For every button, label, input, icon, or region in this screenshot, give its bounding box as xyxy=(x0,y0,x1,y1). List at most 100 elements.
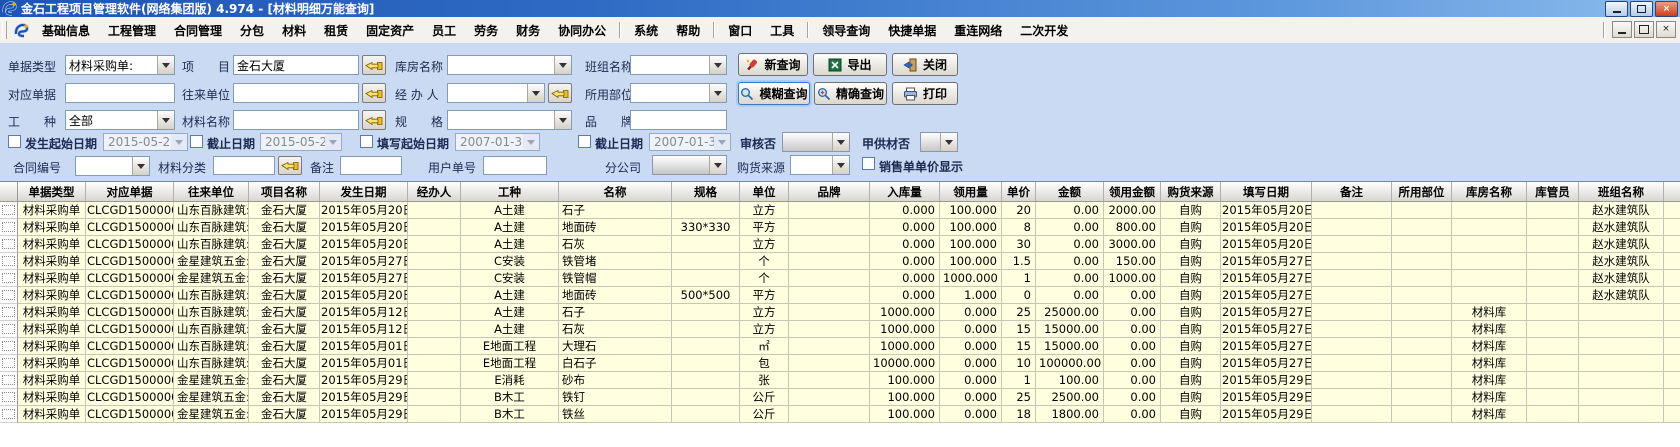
table-cell[interactable]: 1000.000 xyxy=(870,304,940,321)
table-cell[interactable]: 100.000 xyxy=(870,406,940,423)
table-cell[interactable]: 0.00 xyxy=(1036,202,1104,219)
table-cell[interactable]: 材料库 xyxy=(1452,372,1527,389)
table-cell[interactable]: 包 xyxy=(740,355,789,372)
table-cell[interactable] xyxy=(1579,389,1664,406)
table-cell[interactable]: 150.00 xyxy=(1104,253,1161,270)
table-cell[interactable] xyxy=(1312,389,1392,406)
table-cell[interactable]: 0.00 xyxy=(1036,253,1104,270)
table-cell[interactable]: CLCGD150000005 xyxy=(86,338,174,355)
table-cell[interactable] xyxy=(1579,355,1664,372)
table-cell[interactable]: CLCGD150000001 xyxy=(86,236,174,253)
table-cell[interactable]: 25 xyxy=(1002,304,1036,321)
table-cell[interactable]: 金石大厦 xyxy=(249,321,320,338)
table-cell[interactable] xyxy=(1452,287,1527,304)
doc-type-combo[interactable]: 材料采购单: xyxy=(65,55,175,75)
table-cell[interactable]: 2015年05月29日 xyxy=(1221,389,1312,406)
table-cell[interactable]: 赵水建筑队 xyxy=(1579,236,1664,253)
table-cell[interactable] xyxy=(1527,253,1579,270)
table-cell[interactable] xyxy=(789,338,870,355)
table-cell[interactable] xyxy=(1527,406,1579,423)
table-cell[interactable] xyxy=(1664,202,1680,219)
column-header-库房名称[interactable]: 库房名称 xyxy=(1452,182,1527,201)
table-cell[interactable]: 金星建筑五金: xyxy=(174,253,249,270)
column-header-班组名称[interactable]: 班组名称 xyxy=(1579,182,1664,201)
table-cell[interactable]: 2500.00 xyxy=(1036,389,1104,406)
brand-input[interactable] xyxy=(630,110,727,130)
column-header-规格[interactable]: 规格 xyxy=(672,182,740,201)
table-cell[interactable] xyxy=(408,338,461,355)
project-input[interactable] xyxy=(233,55,359,75)
table-row[interactable]: 材料采购单CLCGD150000006金星建筑五金:金石大厦2015年05月29… xyxy=(0,406,1680,423)
table-cell[interactable] xyxy=(789,236,870,253)
menu-item-帮助[interactable]: 帮助 xyxy=(667,19,709,41)
select-all-cell[interactable] xyxy=(0,182,18,201)
table-cell[interactable] xyxy=(1312,236,1392,253)
menu-item-劳务[interactable]: 劳务 xyxy=(465,19,507,41)
table-row[interactable]: 材料采购单CLCGD150000005山东百脉建筑:金石大厦2015年05月01… xyxy=(0,338,1680,355)
table-cell[interactable]: A土建 xyxy=(461,219,559,236)
table-cell[interactable]: 材料采购单 xyxy=(18,321,86,338)
table-cell[interactable]: 0.000 xyxy=(870,236,940,253)
table-cell[interactable]: CLCGD150000004 xyxy=(86,321,174,338)
table-cell[interactable]: 立方 xyxy=(740,202,789,219)
table-cell[interactable]: 100.000 xyxy=(870,389,940,406)
table-cell[interactable]: 0.00 xyxy=(1104,389,1161,406)
table-cell[interactable]: 2015年05月27日 xyxy=(1221,304,1312,321)
table-cell[interactable] xyxy=(789,270,870,287)
sale-price-display-checkbox[interactable] xyxy=(862,157,875,170)
table-cell[interactable] xyxy=(1392,236,1452,253)
table-cell[interactable] xyxy=(1392,406,1452,423)
table-cell[interactable]: 山东百脉建筑: xyxy=(174,219,249,236)
mdi-restore-button[interactable] xyxy=(1634,21,1654,38)
work-type-combo[interactable]: 全部 xyxy=(65,110,175,130)
new-query-button[interactable]: 新查询 xyxy=(738,53,808,76)
table-cell[interactable] xyxy=(1312,270,1392,287)
table-cell[interactable]: 0.000 xyxy=(870,253,940,270)
table-cell[interactable]: 金石大厦 xyxy=(249,253,320,270)
table-cell[interactable]: 铁钉 xyxy=(559,389,672,406)
table-cell[interactable]: B木工 xyxy=(461,406,559,423)
start-date-checkbox[interactable] xyxy=(8,135,21,148)
table-cell[interactable]: 0.00 xyxy=(1104,338,1161,355)
table-cell[interactable] xyxy=(408,219,461,236)
table-cell[interactable] xyxy=(408,202,461,219)
table-cell[interactable]: CLCGD150000005 xyxy=(86,355,174,372)
table-cell[interactable]: 10000.000 xyxy=(870,355,940,372)
table-cell[interactable]: B木工 xyxy=(461,389,559,406)
table-cell[interactable]: 平方 xyxy=(740,287,789,304)
table-cell[interactable]: 个 xyxy=(740,253,789,270)
table-cell[interactable] xyxy=(1527,270,1579,287)
column-header-对应单据[interactable]: 对应单据 xyxy=(86,182,174,201)
table-cell[interactable] xyxy=(672,406,740,423)
table-cell[interactable]: 2015年05月29日 xyxy=(1221,372,1312,389)
table-cell[interactable]: 0.000 xyxy=(940,304,1002,321)
column-header-领用金额[interactable]: 领用金额 xyxy=(1104,182,1161,201)
table-cell[interactable]: 自购 xyxy=(1161,338,1221,355)
table-row[interactable]: 材料采购单CLCGD150000001山东百脉建筑:金石大厦2015年05月20… xyxy=(0,236,1680,253)
material-class-picker-button[interactable] xyxy=(278,156,302,175)
table-cell[interactable]: 0.000 xyxy=(870,287,940,304)
table-row[interactable]: 材料采购单CLCGD150000001山东百脉建筑:金石大厦2015年05月20… xyxy=(0,287,1680,304)
row-selector[interactable] xyxy=(0,372,18,389)
table-row[interactable]: 材料采购单CLCGD150000004山东百脉建筑:金石大厦2015年05月12… xyxy=(0,321,1680,338)
table-cell[interactable]: 0.000 xyxy=(940,321,1002,338)
table-cell[interactable] xyxy=(789,321,870,338)
table-cell[interactable]: 铁丝 xyxy=(559,406,672,423)
table-cell[interactable] xyxy=(408,287,461,304)
table-cell[interactable]: 自购 xyxy=(1161,202,1221,219)
table-cell[interactable]: 山东百脉建筑: xyxy=(174,287,249,304)
row-selector[interactable] xyxy=(0,389,18,406)
table-cell[interactable]: 25 xyxy=(1002,389,1036,406)
chevron-down-icon[interactable] xyxy=(832,133,849,151)
table-cell[interactable]: 100.000 xyxy=(940,253,1002,270)
table-cell[interactable]: ㎡ xyxy=(740,338,789,355)
owner-supplied-combo[interactable] xyxy=(920,132,958,152)
material-picker-button[interactable] xyxy=(362,110,386,130)
ref-doc-input[interactable] xyxy=(65,83,175,103)
print-button[interactable]: 打印 xyxy=(892,82,958,105)
table-cell[interactable]: 0.00 xyxy=(1104,304,1161,321)
table-cell[interactable] xyxy=(408,253,461,270)
row-selector[interactable] xyxy=(0,253,18,270)
table-cell[interactable]: 金石大厦 xyxy=(249,355,320,372)
table-cell[interactable]: 赵水建筑队 xyxy=(1579,253,1664,270)
